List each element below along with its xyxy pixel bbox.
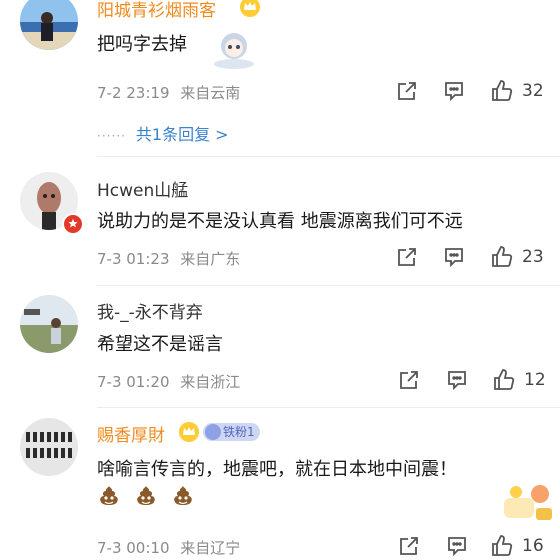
comment-date: 7-3 00:10: [97, 539, 170, 557]
share-icon: [400, 537, 418, 555]
comment-date: 7-3 01:23: [97, 250, 170, 268]
like-button[interactable]: 12: [492, 368, 546, 392]
username[interactable]: Hcwen山艋: [97, 176, 188, 201]
divider: [97, 407, 560, 408]
like-count: 12: [524, 370, 546, 390]
divider: [97, 285, 560, 286]
share-button[interactable]: [398, 535, 420, 557]
comment-location: 来自辽宁: [180, 539, 241, 557]
divider: [97, 156, 560, 157]
sticker-image: [212, 26, 256, 70]
comment-text: 希望这不是谣言: [97, 334, 223, 355]
like-count: 32: [522, 81, 544, 101]
comment-text: 把吗字去掉: [97, 34, 187, 55]
like-icon: [492, 80, 513, 101]
fan-badge-label: 铁粉1: [223, 425, 255, 439]
comment-icon: [448, 371, 466, 391]
vip-crown-icon: [240, 0, 260, 17]
comment-location: 来自浙江: [180, 373, 241, 391]
username[interactable]: 赐香厚財: [97, 421, 165, 446]
share-icon: [398, 248, 416, 266]
poop-emoji: [100, 486, 118, 505]
comment-location: 来自云南: [180, 84, 241, 102]
comment-icon: [448, 537, 466, 557]
share-button[interactable]: [396, 80, 418, 102]
comment-text: 说助力的是不是没认真看 地震源离我们可不远: [97, 211, 463, 232]
like-button[interactable]: 16: [490, 534, 544, 558]
reply-count[interactable]: 共1条回复 >: [136, 125, 229, 144]
emoji-row: [97, 485, 203, 511]
username[interactable]: 我-_-永不背弃: [97, 298, 203, 323]
comment-icon: [445, 248, 463, 268]
view-replies-link[interactable]: ······ 共1条回复 >: [97, 121, 229, 145]
like-icon: [494, 369, 515, 390]
like-count: 23: [522, 247, 544, 267]
like-count: 16: [522, 536, 544, 556]
share-button[interactable]: [396, 246, 418, 268]
comment-location: 来自广东: [180, 250, 241, 268]
like-icon: [492, 246, 513, 267]
share-icon: [400, 371, 418, 389]
comment-text: 啥喻言传言的，地震吧，就在日本地中间震！: [97, 459, 457, 480]
comment-icon: [445, 82, 463, 102]
like-button[interactable]: 23: [490, 245, 544, 269]
comment-meta: 7-2 23:19 来自云南: [97, 82, 240, 103]
comment-meta: 7-3 00:10 来自辽宁: [97, 537, 240, 558]
comment-meta: 7-3 01:23 来自广东: [97, 248, 240, 269]
comment-button[interactable]: [446, 369, 468, 391]
comment-meta: 7-3 01:20 来自浙江: [97, 371, 240, 392]
fan-badge-icon: [205, 424, 221, 440]
comment-button[interactable]: [446, 535, 468, 557]
poop-emoji: [174, 486, 192, 505]
like-button[interactable]: 32: [490, 79, 544, 103]
comment-1: 阳城青衫烟雨客 把吗字去掉 7-2 23:19 来自云南 32 ······ 共1…: [0, 0, 560, 157]
poop-emoji: [137, 486, 155, 505]
comment-button[interactable]: [443, 80, 465, 102]
like-icon: [492, 535, 513, 556]
comment-date: 7-2 23:19: [97, 84, 170, 102]
share-button[interactable]: [398, 369, 420, 391]
vip-crown-icon: [179, 422, 199, 442]
decoration-sticker: [500, 480, 556, 524]
username[interactable]: 阳城青衫烟雨客: [97, 0, 216, 21]
fan-badge[interactable]: 铁粉1: [203, 423, 260, 441]
comment-date: 7-3 01:20: [97, 373, 170, 391]
avatar[interactable]: [20, 418, 78, 476]
avatar[interactable]: [20, 295, 78, 353]
share-icon: [398, 82, 416, 100]
comment-button[interactable]: [443, 246, 465, 268]
verified-badge-icon: [62, 213, 84, 235]
avatar[interactable]: [20, 0, 78, 50]
